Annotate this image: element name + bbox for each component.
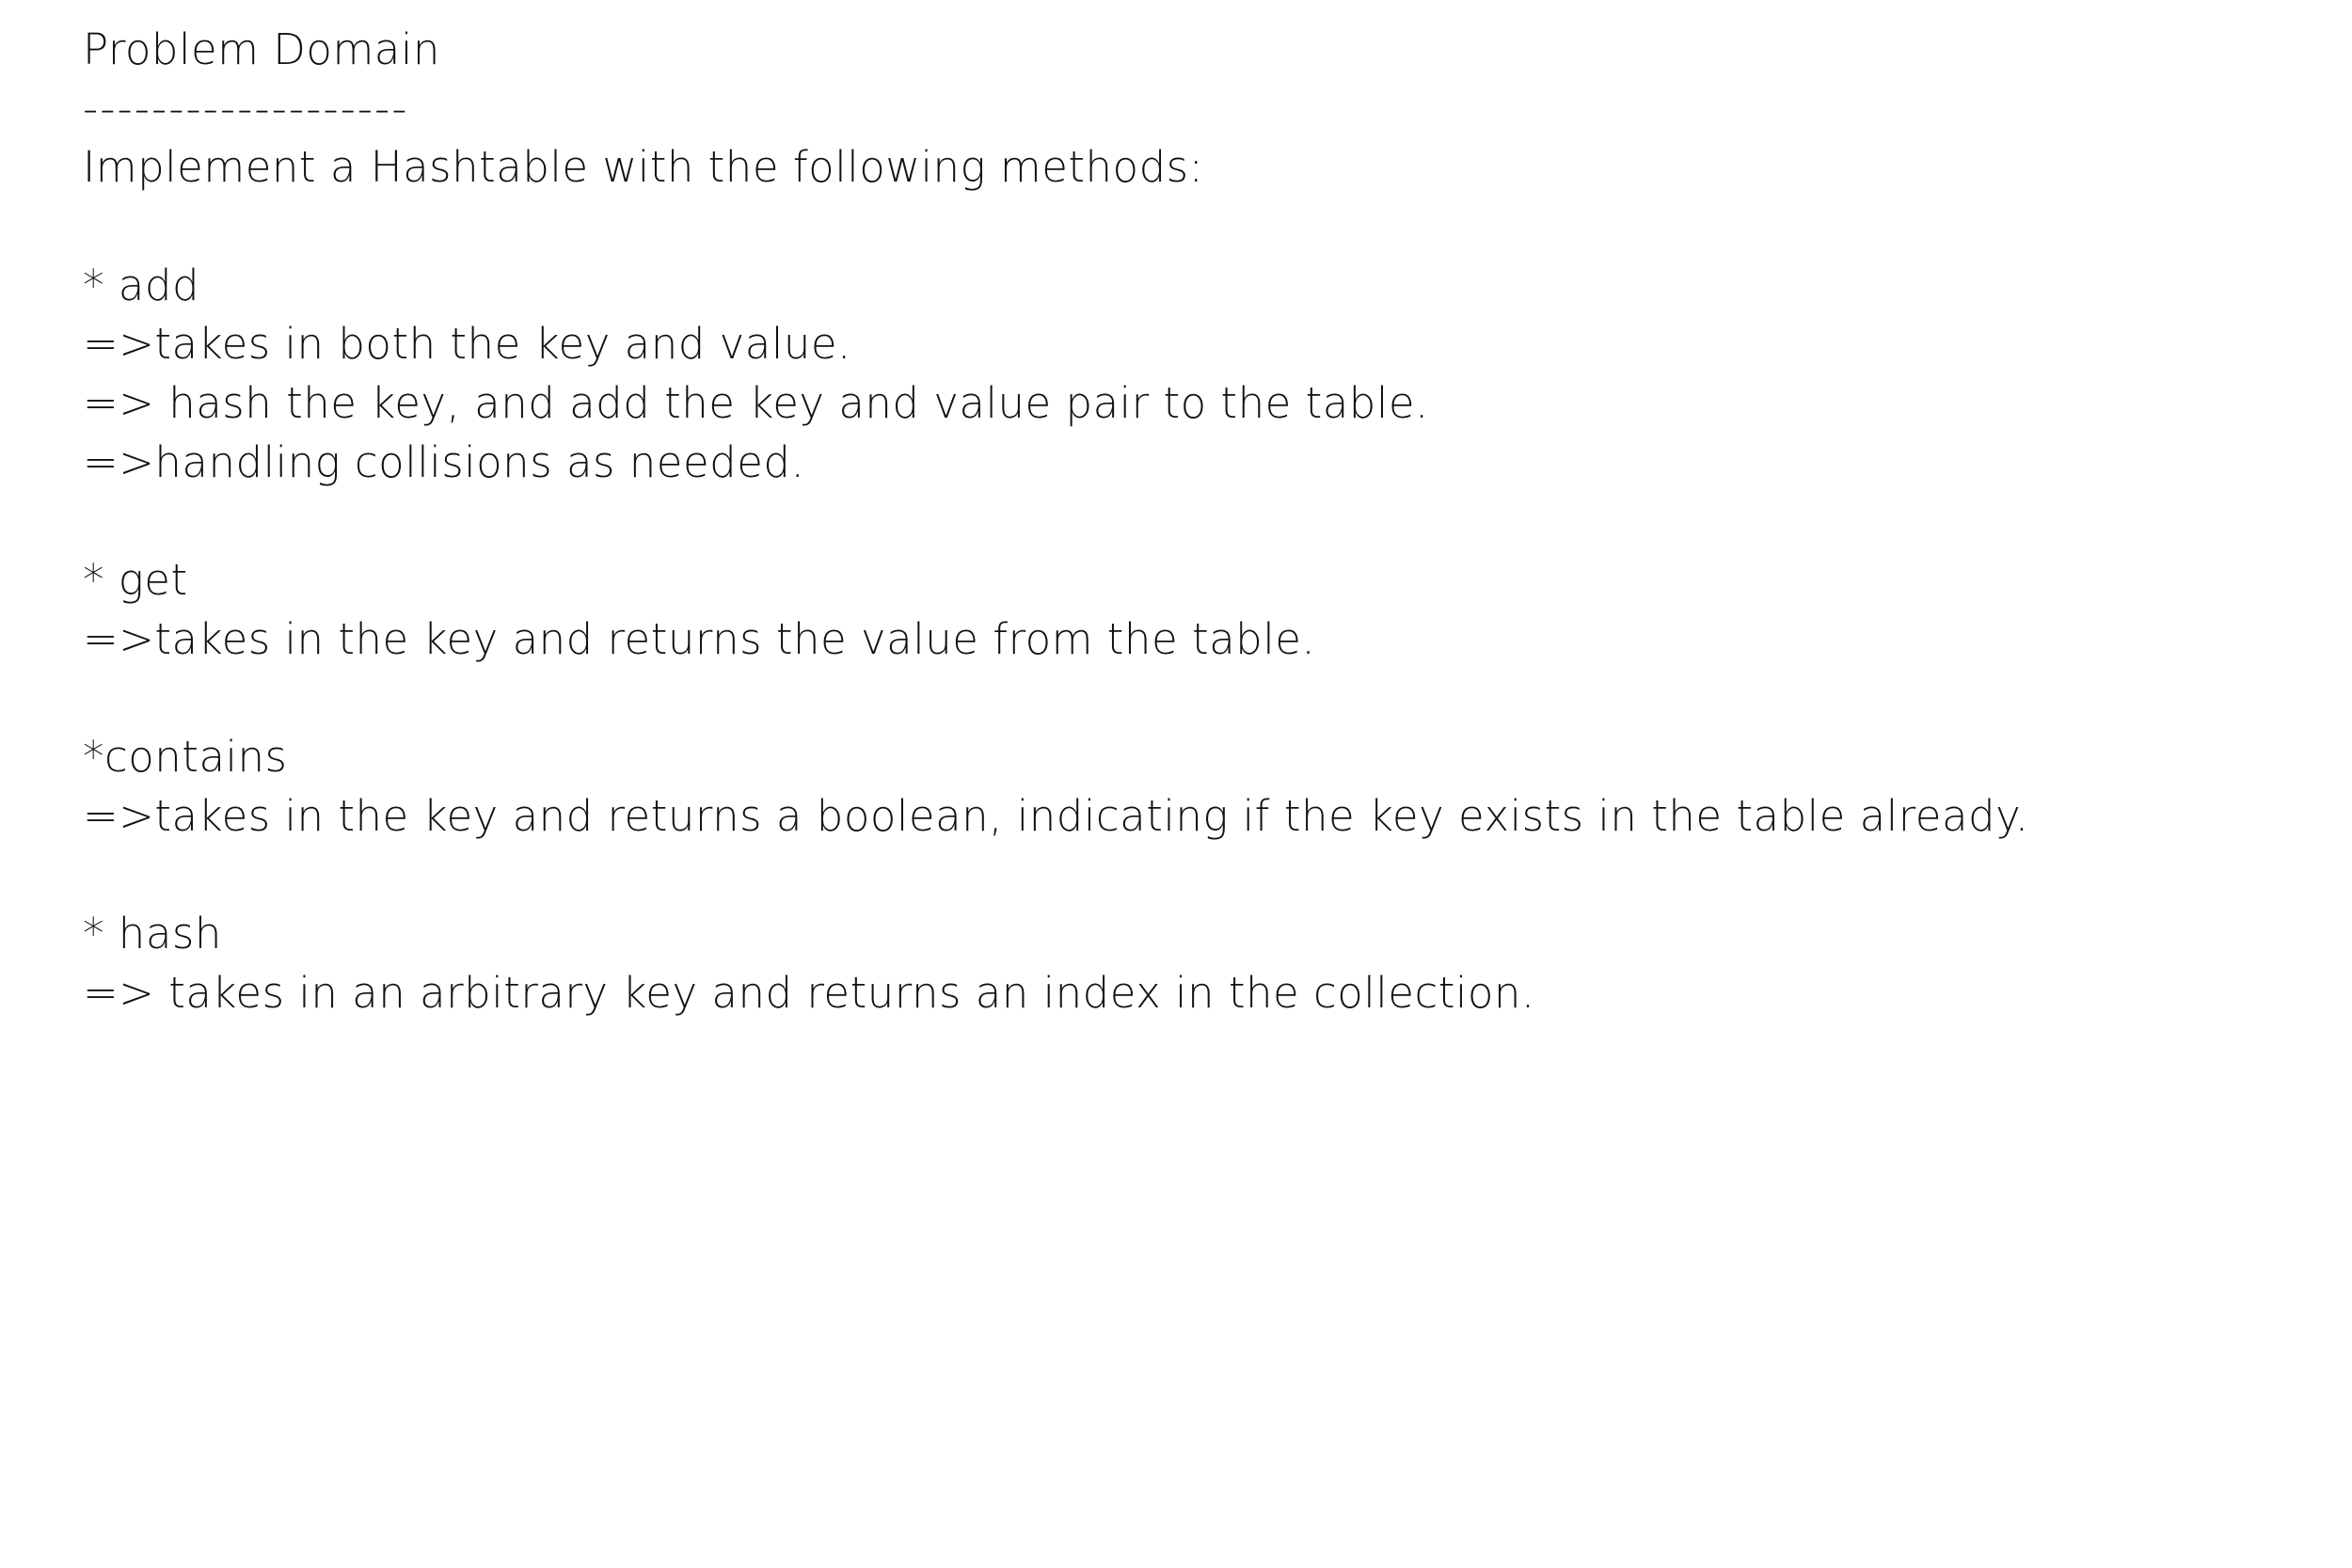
method-add-desc-3: =>handling collisions as needed. [83,436,805,487]
method-add-desc-2: => hash the key, and add the key and val… [83,378,1429,429]
method-hash-desc: => takes in an arbitrary key and returns… [83,968,1535,1018]
blank-line [83,493,2029,552]
heading-problem-domain: Problem Domain [83,24,440,74]
blank-line [83,198,2029,257]
method-get-desc: =>takes in the key and returns the value… [83,613,1316,664]
blank-line [83,670,2029,729]
intro-line: Implement a Hashtable with the following… [83,142,1204,193]
heading-underline: ------------------- [83,83,409,134]
problem-domain-notes: Problem Domain ------------------- Imple… [83,21,2029,1023]
method-contains-title: *contains [83,732,288,783]
method-contains-desc: =>takes in the key and returns a boolean… [83,790,2029,841]
method-add-desc-1: =>takes in both the key and value. [83,319,851,370]
document-page: Problem Domain ------------------- Imple… [0,0,2352,1568]
method-add-title: * add [83,260,200,310]
blank-line [83,847,2029,906]
method-get-title: * get [83,555,188,606]
method-hash-title: * hash [83,909,222,959]
